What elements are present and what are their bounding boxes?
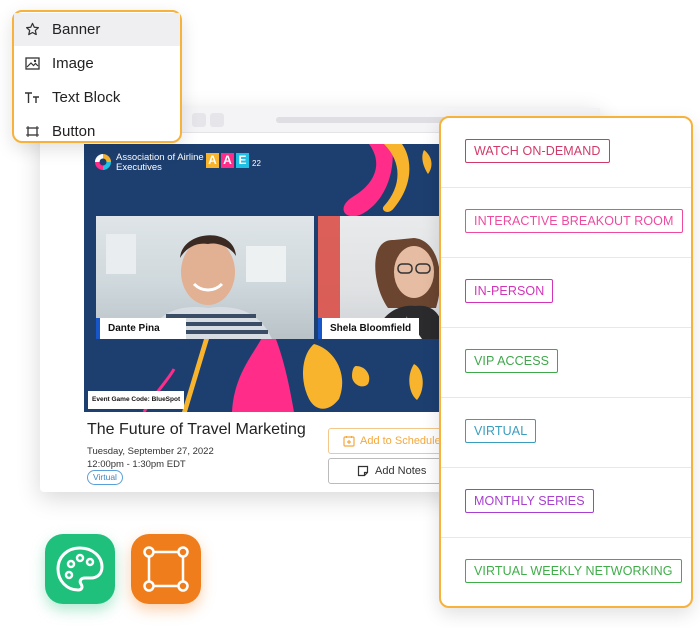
event-logo-letter: A <box>206 153 219 168</box>
browser-forward-button[interactable] <box>210 113 224 127</box>
note-icon <box>357 465 369 477</box>
calendar-add-icon <box>343 436 355 447</box>
tag-label[interactable]: VIRTUAL WEEKLY NETWORKING <box>465 559 682 583</box>
button-frame-icon <box>24 124 40 140</box>
menu-item-banner[interactable]: Banner <box>14 13 180 46</box>
tag-label[interactable]: WATCH ON-DEMAND <box>465 139 610 163</box>
image-icon <box>24 56 40 72</box>
game-code-label: Event Game Code: BlueSpot <box>88 391 185 409</box>
event-banner: Association of Airline Executives A A E … <box>84 144 444 412</box>
menu-item-image[interactable]: Image <box>14 47 180 80</box>
tag-row[interactable]: IN-PERSON <box>441 258 691 328</box>
menu-item-label: Button <box>52 123 96 140</box>
event-type-chip: Virtual <box>87 470 123 485</box>
event-logo-letter: A <box>221 153 234 168</box>
tag-label[interactable]: MONTHLY SERIES <box>465 489 594 513</box>
menu-item-label: Banner <box>52 21 101 38</box>
add-to-schedule-label: Add to Schedule <box>360 435 441 447</box>
block-type-menu: Banner Image Text Block Button <box>12 10 182 143</box>
event-logo-year: 22 <box>252 159 261 168</box>
tag-label[interactable]: VIP ACCESS <box>465 349 559 373</box>
event-logo-letter: E <box>236 153 249 168</box>
speaker-video[interactable]: Shela Bloomfield <box>318 216 444 339</box>
event-logo: A A E 22 <box>206 153 261 168</box>
tag-row[interactable]: WATCH ON-DEMAND <box>441 118 691 188</box>
menu-item-text-block[interactable]: Text Block <box>14 81 180 114</box>
add-to-schedule-button[interactable]: Add to Schedule <box>328 428 448 454</box>
frame-icon <box>143 546 189 592</box>
tag-row[interactable]: VIRTUAL <box>441 398 691 468</box>
menu-item-label: Image <box>52 55 94 72</box>
event-time: 12:00pm - 1:30pm EDT <box>87 459 186 470</box>
speaker-name: Shela Bloomfield <box>330 323 412 334</box>
tag-list-panel: WATCH ON-DEMAND INTERACTIVE BREAKOUT ROO… <box>439 116 693 608</box>
tag-label[interactable]: IN-PERSON <box>465 279 554 303</box>
menu-item-label: Text Block <box>52 89 121 106</box>
speaker-name-tag: Dante Pina <box>96 318 186 339</box>
name-tag-accent <box>318 318 322 339</box>
palette-icon <box>56 546 104 592</box>
tag-row[interactable]: MONTHLY SERIES <box>441 468 691 538</box>
speaker-name-tag: Shela Bloomfield <box>318 318 419 339</box>
browser-address-bar[interactable] <box>276 117 446 123</box>
tag-row[interactable]: INTERACTIVE BREAKOUT ROOM <box>441 188 691 258</box>
tag-label[interactable]: INTERACTIVE BREAKOUT ROOM <box>465 209 683 233</box>
palette-app-icon[interactable] <box>45 534 115 604</box>
star-icon <box>24 22 40 38</box>
speaker-video[interactable]: Dante Pina <box>96 216 314 339</box>
browser-back-button[interactable] <box>192 113 206 127</box>
event-title: The Future of Travel Marketing <box>87 421 306 438</box>
event-date: Tuesday, September 27, 2022 <box>87 446 214 457</box>
speaker-name: Dante Pina <box>108 323 160 334</box>
frame-app-icon[interactable] <box>131 534 201 604</box>
org-name: Association of Airline Executives <box>116 152 204 173</box>
text-size-icon <box>24 90 40 106</box>
tag-row[interactable]: VIP ACCESS <box>441 328 691 398</box>
tag-row[interactable]: VIRTUAL WEEKLY NETWORKING <box>441 538 691 608</box>
name-tag-accent <box>96 318 100 339</box>
add-notes-label: Add Notes <box>375 465 427 477</box>
org-logo-icon <box>95 154 111 170</box>
menu-item-button[interactable]: Button <box>14 115 180 148</box>
tag-label[interactable]: VIRTUAL <box>465 419 537 443</box>
add-notes-button[interactable]: Add Notes <box>328 458 448 484</box>
